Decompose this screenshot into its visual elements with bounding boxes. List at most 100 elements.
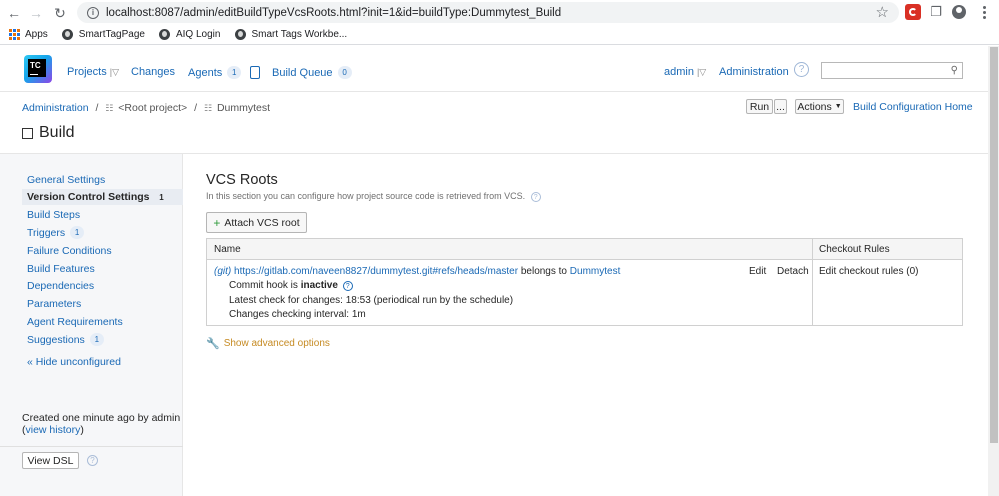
nav-projects[interactable]: Projects |▽	[67, 66, 119, 78]
table-header: Name Checkout Rules	[207, 239, 962, 260]
page-title-text: Build	[39, 124, 75, 141]
bookmark-star-icon[interactable]: ☆	[876, 3, 889, 21]
sidebar-item-count: 1	[89, 333, 104, 346]
breadcrumb-dummytest[interactable]: Dummytest	[217, 102, 270, 114]
show-advanced-options-link[interactable]: 🔧 Show advanced options	[206, 337, 330, 350]
sidebar-item-failure-conditions[interactable]: Failure Conditions	[27, 245, 112, 257]
vcs-type-label[interactable]: (git)	[214, 266, 231, 277]
back-icon[interactable]: ←	[3, 2, 25, 24]
help-icon[interactable]: ?	[794, 62, 809, 77]
section-description-text: In this section you can configure how pr…	[206, 191, 526, 201]
profile-avatar-icon[interactable]	[951, 4, 967, 20]
bookmark-aiq-login[interactable]: AIQ Login	[159, 29, 220, 41]
run-options-button[interactable]: ...	[774, 99, 787, 114]
column-divider	[812, 239, 813, 325]
address-bar[interactable]: i localhost:8087/admin/editBuildTypeVcsR…	[77, 2, 899, 23]
sidebar-item-label: Failure Conditions	[27, 245, 112, 257]
column-header-checkout-rules: Checkout Rules	[819, 244, 890, 255]
chevron-down-icon: ▼	[834, 103, 842, 110]
breadcrumb: Administration / ☷ <Root project> / ☷ Du…	[22, 102, 270, 114]
bookmark-label: AIQ Login	[175, 29, 221, 40]
help-icon[interactable]: ?	[342, 281, 353, 291]
belongs-to-text: belongs to	[520, 266, 567, 277]
checking-interval-line: Changes checking interval: 1m	[229, 309, 366, 320]
build-configuration-home-link[interactable]: Build Configuration Home	[853, 101, 973, 113]
nav-changes-label: Changes	[131, 66, 176, 78]
url-text: localhost:8087/admin/editBuildTypeVcsRoo…	[106, 6, 562, 19]
project-link[interactable]: Dummytest	[570, 266, 621, 277]
sidebar-item-general-settings[interactable]: General Settings	[27, 174, 105, 186]
menu-kebab-icon[interactable]	[976, 4, 992, 20]
nav-agents-label: Agents	[188, 66, 223, 79]
nav-projects-label: Projects	[67, 66, 107, 78]
sidebar-item-dependencies[interactable]: Dependencies	[27, 280, 94, 292]
view-history-link[interactable]: view history	[26, 424, 81, 436]
bookmark-label: Smart Tags Workbe...	[251, 29, 348, 40]
info-icon[interactable]: i	[87, 6, 99, 19]
wrench-icon: 🔧	[206, 338, 220, 350]
vcs-root-name-line: (git) https://gitlab.com/naveen8827/dumm…	[214, 266, 620, 277]
actions-button[interactable]: Actions ▼	[795, 99, 844, 114]
hide-unconfigured-link[interactable]: « Hide unconfigured	[27, 356, 121, 368]
page-title: Build	[22, 124, 75, 142]
sidebar-item-version-control-settings[interactable]: Version Control Settings 1	[22, 189, 183, 205]
sidebar-item-agent-requirements[interactable]: Agent Requirements	[27, 316, 123, 328]
agent-status-icon[interactable]	[250, 66, 261, 79]
help-icon[interactable]: ?	[87, 455, 98, 466]
sidebar-item-parameters[interactable]: Parameters	[27, 298, 81, 310]
nav-administration[interactable]: Administration	[719, 66, 789, 78]
nav-build-queue-label: Build Queue	[272, 66, 333, 79]
sidebar-item-build-steps[interactable]: Build Steps	[27, 209, 80, 221]
sidebar-item-triggers[interactable]: Triggers 1	[27, 226, 85, 239]
globe-icon	[234, 29, 246, 41]
sidebar-item-build-features[interactable]: Build Features	[27, 263, 95, 275]
vcs-roots-table: Name Checkout Rules (git) https://gitlab…	[206, 238, 963, 326]
queue-count-badge: 0	[337, 66, 352, 79]
extension-red-icon[interactable]	[905, 4, 921, 20]
search-input[interactable]: ⚲	[821, 62, 963, 79]
created-text: Created one minute ago by admin	[22, 412, 181, 424]
agents-count-badge: 1	[227, 66, 242, 79]
help-icon[interactable]: ?	[530, 192, 541, 202]
sidebar-item-count: 1	[159, 192, 164, 202]
run-button[interactable]: Run	[746, 99, 773, 114]
detach-vcs-root-link[interactable]: Detach	[777, 266, 809, 277]
chevron-down-icon[interactable]: |▽	[110, 67, 119, 78]
nav-agents[interactable]: Agents 1	[188, 66, 261, 79]
breadcrumb-root-project[interactable]: <Root project>	[118, 102, 187, 114]
breadcrumb-separator: /	[95, 102, 99, 114]
teamcity-logo[interactable]: TC	[24, 55, 52, 83]
run-button-label: Run	[749, 100, 770, 113]
forward-icon[interactable]: →	[25, 2, 47, 24]
build-config-checkbox-icon	[22, 127, 33, 139]
scrollbar-thumb[interactable]	[990, 47, 998, 443]
sidebar-item-label: Suggestions	[27, 333, 85, 346]
nav-changes[interactable]: Changes	[131, 66, 175, 78]
view-history-line: (view history)	[22, 424, 180, 436]
commit-hook-status: inactive	[300, 280, 338, 291]
bookmark-label: SmartTagPage	[78, 29, 145, 40]
bookmark-apps[interactable]: Apps	[8, 29, 48, 41]
attach-vcs-root-button[interactable]: + Attach VCS root	[206, 212, 307, 233]
nav-administration-label: Administration	[719, 66, 789, 78]
search-icon[interactable]: ⚲	[951, 65, 958, 76]
commit-hook-line: Commit hook is inactive ?	[229, 280, 353, 291]
sidebar-item-label: Dependencies	[27, 280, 95, 292]
nav-build-queue[interactable]: Build Queue 0	[272, 66, 352, 79]
view-dsl-button[interactable]: View DSL	[22, 452, 79, 469]
edit-vcs-root-link[interactable]: Edit	[749, 266, 766, 277]
globe-icon	[159, 29, 171, 41]
edit-checkout-rules-link[interactable]: Edit checkout rules (0)	[819, 266, 919, 277]
user-menu[interactable]: admin |▽	[664, 66, 706, 78]
chevron-down-icon[interactable]: |▽	[697, 67, 706, 78]
extensions-puzzle-icon[interactable]: ❐	[928, 4, 944, 20]
breadcrumb-administration[interactable]: Administration	[22, 102, 89, 114]
bookmark-smart-tags[interactable]: Smart Tags Workbe...	[234, 29, 347, 41]
sidebar-item-label: Triggers	[27, 226, 66, 239]
vcs-root-url-link[interactable]: https://gitlab.com/naveen8827/dummytest.…	[234, 266, 518, 277]
bookmark-smarttagpage[interactable]: SmartTagPage	[62, 29, 145, 41]
sidebar-item-suggestions[interactable]: Suggestions 1	[27, 333, 104, 346]
reload-icon[interactable]: ↻	[49, 2, 71, 24]
show-advanced-options-label: Show advanced options	[223, 338, 330, 349]
attach-vcs-root-label: Attach VCS root	[224, 216, 300, 229]
